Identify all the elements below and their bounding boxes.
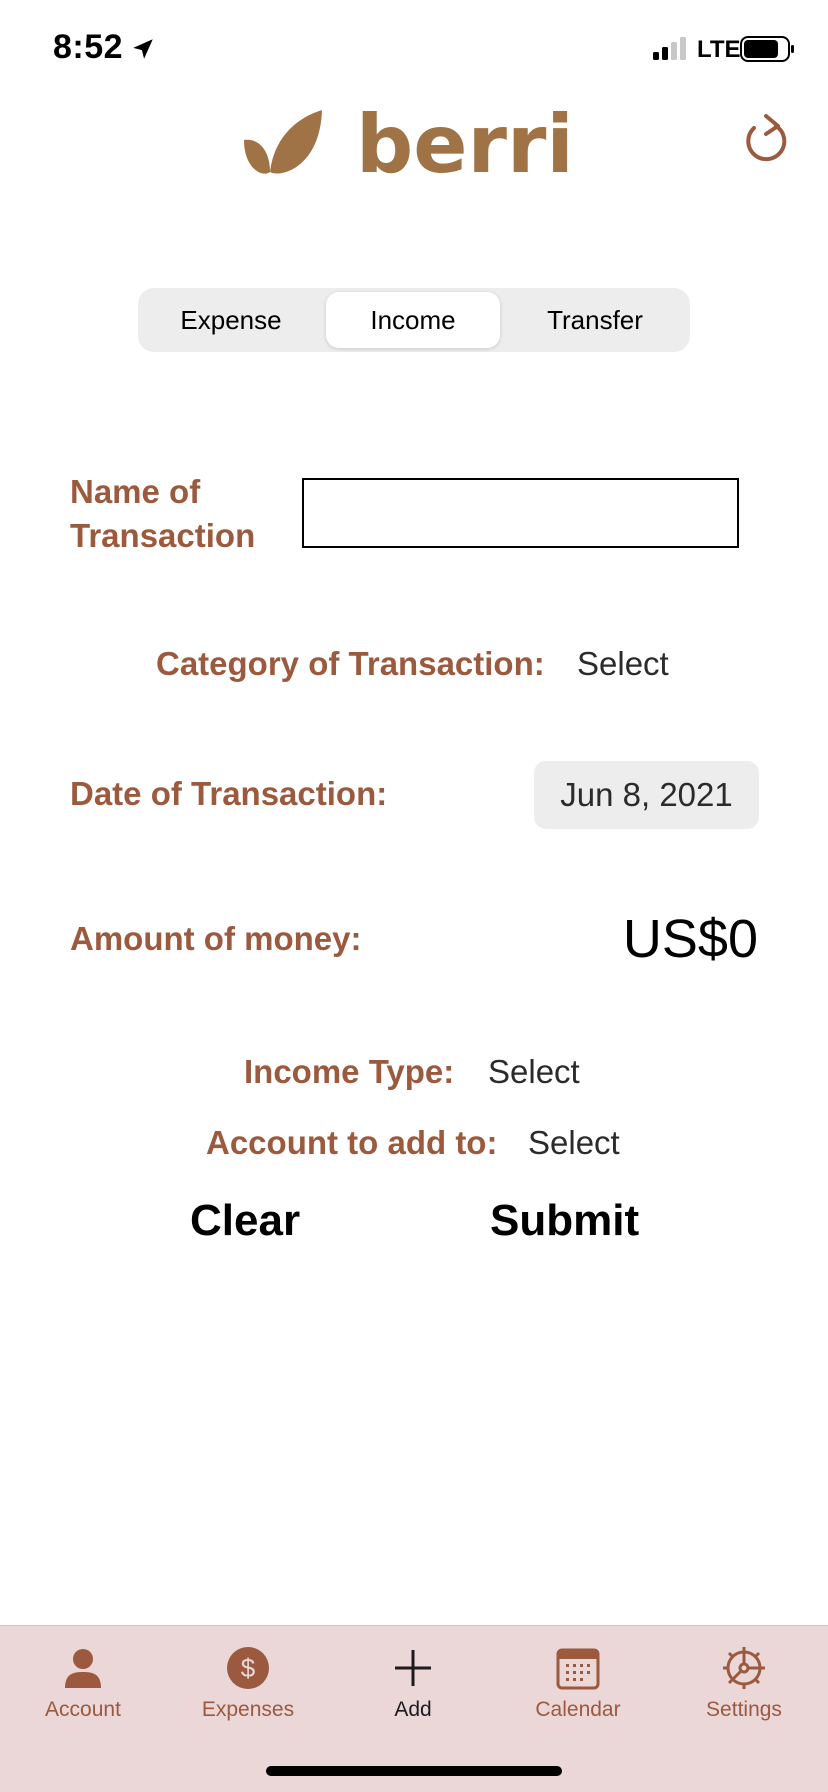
segment-transfer[interactable]: Transfer [508,292,682,348]
name-input[interactable] [302,478,739,548]
account-label: Account to add to: [206,1124,498,1161]
tab-add[interactable]: Add [338,1646,488,1746]
tab-account-label: Account [45,1698,121,1721]
tab-expenses[interactable]: $ Expenses [173,1646,323,1746]
calendar-icon [556,1648,600,1690]
date-picker[interactable]: Jun 8, 2021 [534,761,759,829]
refresh-icon[interactable] [740,112,790,170]
home-indicator [266,1766,562,1776]
svg-text:$: $ [241,1653,256,1683]
tab-calendar[interactable]: Calendar [503,1646,653,1746]
amount-field[interactable]: US$0 [623,908,758,970]
tab-calendar-label: Calendar [535,1698,621,1721]
tab-account[interactable]: Account [8,1646,158,1746]
tab-expenses-label: Expenses [201,1698,295,1721]
berri-logo: berri [244,98,570,188]
segment-expense[interactable]: Expense [144,292,318,348]
category-select[interactable]: Select [577,645,669,683]
submit-button[interactable]: Submit [490,1196,639,1246]
logo-text: berri [356,98,570,188]
clear-button[interactable]: Clear [190,1196,300,1246]
location-arrow-icon [133,39,153,59]
battery-icon [740,36,794,62]
tab-settings-label: Settings [706,1698,782,1721]
date-label: Date of Transaction: [70,775,388,812]
category-label: Category of Transaction: [156,645,545,682]
segment-income[interactable]: Income [326,292,500,348]
income-type-label: Income Type: [244,1053,455,1090]
name-label: Name of Transaction [70,473,256,554]
income-type-select[interactable]: Select [488,1053,580,1091]
status-bar: 8:52 LTE [0,0,828,100]
gear-icon [723,1647,765,1689]
person-icon [65,1649,101,1688]
tab-add-label: Add [394,1698,432,1721]
amount-label: Amount of money: [70,920,362,957]
tab-settings[interactable]: Settings [669,1646,819,1746]
network-type: LTE [697,36,741,63]
account-select[interactable]: Select [528,1124,620,1162]
status-time: 8:52 [53,28,124,66]
transaction-type-segmented: Expense Income Transfer [138,288,690,352]
leaf-icon [244,110,322,174]
signal-bars-icon [653,37,686,60]
plus-icon [395,1650,431,1686]
dollar-circle-icon: $ [227,1647,269,1689]
